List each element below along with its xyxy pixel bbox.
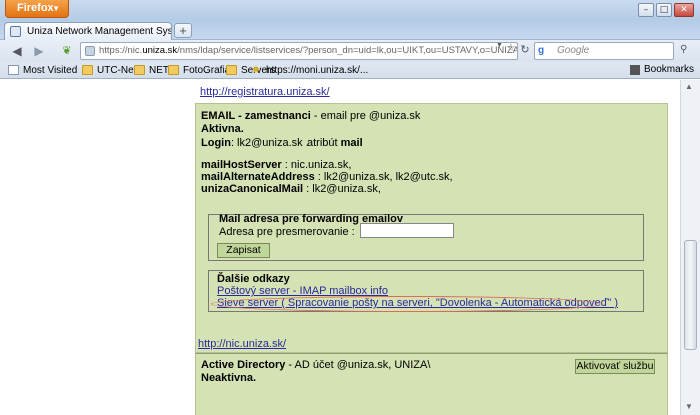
email-status: Aktivna. [201,123,244,135]
save-button[interactable]: Zapisat [217,243,270,258]
bookmark-moni[interactable]: ★ https://moni.uniza.sk/... [251,64,368,77]
forward-arrow-icon[interactable]: ▶ [30,43,48,59]
red-highlight-ellipse [211,296,603,312]
tab-strip: Uniza Network Management System + [0,20,700,40]
mail-host-line: mailHostServer : nic.uniza.sk, [201,159,351,171]
chevron-down-icon: ▼ [52,4,60,13]
ad-service-title: Active Directory - AD účet @uniza.sk, UN… [201,359,430,371]
back-arrow-icon[interactable]: ◀ [8,43,26,59]
email-title-rest: - email pre @uniza.sk [310,110,421,122]
address-bar[interactable]: https://nic.uniza.sk/nms/ldap/service/li… [80,42,518,60]
services-list: http://registratura.uniza.sk/ EMAIL - za… [186,80,680,415]
login-line: Login: lk2@uniza.sk . [201,137,309,149]
maximize-button[interactable]: □ [656,3,672,17]
bookmarks-toolbar: Most Visited UTC-Net NET FotoGrafia Serv… [0,62,700,79]
mail-host-label: mailHostServer [201,159,282,171]
bookmark-label: FotoGrafia [183,65,231,76]
url-path: /nms/ldap/service/listservices/?person_d… [177,45,518,56]
bookmark-label: https://moni.uniza.sk/... [266,65,369,76]
tab-title: Uniza Network Management System [27,26,172,37]
activate-service-button[interactable]: Aktivovať službu [575,359,655,374]
ad-service-panel: Active Directory - AD účet @uniza.sk, UN… [195,353,668,415]
alt-address-line: mailAlternateAddress : lk2@uniza.sk, lk2… [201,171,453,183]
forwarding-label: Adresa pre presmerovanie : [219,226,355,238]
canonical-value: : lk2@uniza.sk, [303,183,381,195]
window-controls: – □ ✕ [638,3,694,17]
forwarding-box: Mail adresa pre forwarding emailov Adres… [208,213,644,261]
search-icon[interactable]: ⚲ [680,44,687,55]
scroll-down-icon[interactable]: ▼ [685,402,693,411]
new-tab-button[interactable]: + [174,23,192,38]
email-service-title: EMAIL - zamestnanci - email pre @uniza.s… [201,110,420,122]
vertical-scrollbar[interactable]: ▲ ▼ [680,80,700,415]
bookmark-label: Most Visited [23,65,78,76]
attr-value: mail [340,137,363,149]
folder-icon [168,65,179,75]
scroll-up-icon[interactable]: ▲ [685,82,693,91]
close-button[interactable]: ✕ [674,3,694,17]
url-host: uniza.sk [142,45,178,56]
bookmark-most-visited[interactable]: Most Visited [8,64,77,77]
ad-title-bold: Active Directory [201,359,286,371]
email-service-panel: EMAIL - zamestnanci - email pre @uniza.s… [195,103,668,353]
folder-icon [82,65,93,75]
page-favicon-icon [10,26,21,37]
login-label: Login [201,137,231,149]
scrollbar-thumb[interactable] [684,240,697,350]
registratura-link[interactable]: http://registratura.uniza.sk/ [200,86,330,98]
url-prefix: https://nic. [99,45,143,56]
firefox-menu-button[interactable]: Firefox ▼ [5,0,69,18]
tab-uniza[interactable]: Uniza Network Management System [4,22,172,40]
email-title-bold: EMAIL - zamestnanci [201,110,311,122]
star-icon: ★ [251,64,261,76]
folder-icon [226,65,237,75]
more-links-title: Ďalšie odkazy [217,273,290,285]
alt-address-label: mailAlternateAddress [201,171,315,183]
ad-status: Neaktivna. [201,372,257,384]
bookmark-label: UTC-Net [97,65,137,76]
page-viewport: http://registratura.uniza.sk/ EMAIL - za… [0,80,700,415]
alt-address-value: : lk2@uniza.sk, lk2@utc.sk, [314,171,453,183]
nic-link[interactable]: http://nic.uniza.sk/ [198,338,286,350]
leaf-icon: ❦ [62,44,72,57]
canonical-label: unizaCanonicalMail [201,183,304,195]
window-titlebar: Firefox ▼ – □ ✕ [0,0,700,20]
navigation-toolbar: ◀ ▶ ❦ https://nic.uniza.sk/nms/ldap/serv… [0,40,700,62]
attr-line: atribút mail [307,137,363,149]
url-dropdown-icon[interactable]: ▼ [496,42,503,49]
bookmark-fotografia[interactable]: FotoGrafia [168,64,230,77]
folder-icon [134,65,145,75]
search-input[interactable]: g Google [534,42,674,60]
refresh-icon[interactable]: ↻ [518,43,532,57]
search-placeholder: Google [557,45,590,56]
bookmarks-menu-label: Bookmarks [643,64,694,75]
firefox-menu-label: Firefox [17,2,54,14]
google-icon[interactable]: g [538,45,550,57]
minimize-button[interactable]: – [638,3,654,17]
more-links-box: Ďalšie odkazy Poštový server - IMAP mail… [208,270,644,312]
bookmark-label: NET [149,65,169,76]
mail-host-value: : nic.uniza.sk, [281,159,352,171]
left-column [0,80,186,415]
bookmarks-icon [629,65,640,75]
imap-info-link[interactable]: Poštový server - IMAP mailbox info [217,285,388,297]
login-value: : lk2@uniza.sk . [230,137,309,149]
site-identity-icon[interactable] [85,46,95,56]
canonical-line: unizaCanonicalMail : lk2@uniza.sk, [201,183,381,195]
forwarding-address-input[interactable] [360,223,454,238]
bookmark-net[interactable]: NET [134,64,169,77]
ad-title-rest: - AD účet @uniza.sk, UNIZA\ [285,359,431,371]
bookmark-star-icon[interactable]: ☆ [506,41,516,54]
attr-label: atribút [307,137,338,149]
page-icon [8,65,19,75]
bookmarks-menu-button[interactable]: Bookmarks [629,64,694,75]
bookmark-utc-net[interactable]: UTC-Net [82,64,136,77]
